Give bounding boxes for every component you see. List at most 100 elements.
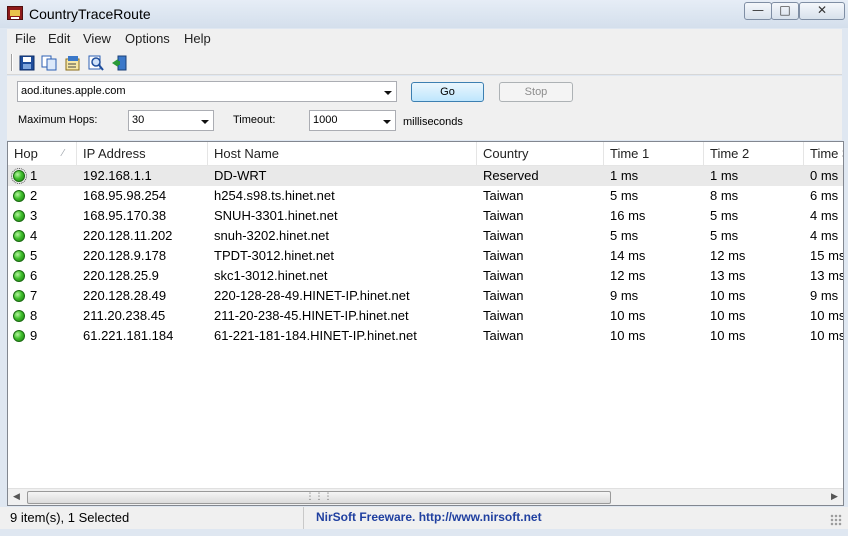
host-value: aod.itunes.apple.com <box>21 85 126 97</box>
hop-number: 8 <box>30 308 38 323</box>
cell-country: Taiwan <box>483 288 524 303</box>
max-hops-value: 30 <box>132 114 145 126</box>
column-header-time1[interactable]: Time 1 <box>604 142 704 166</box>
cell-time-3: 13 ms <box>810 268 844 283</box>
status-dot-icon <box>13 250 25 262</box>
copy-icon[interactable] <box>40 54 58 72</box>
menu-help[interactable]: Help <box>184 31 211 46</box>
cell-ip-address: 192.168.1.1 <box>83 168 152 183</box>
properties-icon[interactable] <box>64 54 82 72</box>
cell-time-2: 10 ms <box>710 288 746 303</box>
cell-host-name: SNUH-3301.hinet.net <box>214 208 338 223</box>
cell-country: Taiwan <box>483 208 524 223</box>
toolbar-separator <box>11 54 13 71</box>
cell-hop: 9 <box>8 326 77 346</box>
save-icon[interactable] <box>18 54 36 72</box>
cell-country: Taiwan <box>483 308 524 323</box>
chevron-down-icon[interactable] <box>382 115 392 127</box>
minimize-button[interactable]: — <box>744 2 772 20</box>
cell-country: Taiwan <box>483 268 524 283</box>
hop-number: 4 <box>30 228 38 243</box>
column-header-ip[interactable]: IP Address <box>77 142 208 166</box>
scroll-left-icon[interactable]: ◀ <box>8 489 25 505</box>
maximize-button[interactable]: □ <box>771 2 799 20</box>
status-bar: 9 item(s), 1 Selected NirSoft Freeware. … <box>0 507 848 529</box>
max-hops-combobox[interactable]: 30 <box>128 110 214 131</box>
table-row[interactable]: 4 220.128.11.202 snuh-3202.hinet.net Taiwan… <box>8 226 843 246</box>
host-combobox[interactable]: aod.itunes.apple.com <box>17 81 397 102</box>
horizontal-scrollbar[interactable]: ◀ ⋮⋮⋮ ▶ <box>8 488 843 505</box>
cell-hop: 3 <box>8 206 77 226</box>
timeout-unit-label: milliseconds <box>403 116 463 128</box>
cell-hop: 2 <box>8 186 77 206</box>
cell-time-2: 5 ms <box>710 208 739 223</box>
cell-time-1: 12 ms <box>610 268 646 283</box>
cell-host-name: TPDT-3012.hinet.net <box>214 248 334 263</box>
cell-ip-address: 220.128.11.202 <box>83 228 173 243</box>
cell-time-3: 10 ms <box>810 328 844 343</box>
cell-time-2: 8 ms <box>710 188 739 203</box>
cell-country: Taiwan <box>483 248 524 263</box>
chevron-down-icon[interactable] <box>383 86 393 98</box>
column-header-time2[interactable]: Time 2 <box>704 142 804 166</box>
table-row[interactable]: 8 211.20.238.45 211-20-238-45.HINET-IP.hin… <box>8 306 843 326</box>
max-hops-label: Maximum Hops: <box>18 114 98 126</box>
status-item-count: 9 item(s), 1 Selected <box>7 507 304 529</box>
table-row[interactable]: 1 192.168.1.1 DD-WRT Reserved 1 ms 1 ms 0 ms <box>8 166 843 186</box>
menu-edit[interactable]: Edit <box>48 31 70 46</box>
table-row[interactable]: 7 220.128.28.49 220-128-28-49.HINET-IP.hin… <box>8 286 843 306</box>
go-button[interactable]: Go <box>411 82 484 102</box>
nirsoft-link[interactable]: NirSoft Freeware. http://www.nirsoft.net <box>316 507 542 529</box>
results-list[interactable]: Hop ⁄ IP Address Host Name Country Time … <box>7 141 844 506</box>
cell-ip-address: 220.128.9.178 <box>83 248 167 263</box>
scroll-right-icon[interactable]: ▶ <box>826 489 843 505</box>
title-bar: CountryTraceRoute — □ ✕ <box>0 0 848 28</box>
table-row[interactable]: 6 220.128.25.9 skc1-3012.hinet.net Taiwan 12… <box>8 266 844 286</box>
cell-time-2: 1 ms <box>710 168 739 183</box>
find-icon[interactable] <box>87 54 105 72</box>
cell-host-name: 61-221-181-184.HINET-IP.hinet.net <box>214 328 417 343</box>
cell-time-1: 10 ms <box>610 328 646 343</box>
cell-time-3: 9 ms <box>810 288 839 303</box>
cell-time-1: 5 ms <box>610 228 639 243</box>
table-row[interactable]: 9 61.221.181.184 61-221-181-184.HINET-IP.h… <box>8 326 844 346</box>
column-header-time3[interactable]: Time 3 <box>804 142 843 166</box>
cell-time-1: 10 ms <box>610 308 646 323</box>
cell-ip-address: 220.128.25.9 <box>83 268 159 283</box>
status-dot-icon <box>13 310 25 322</box>
table-row[interactable]: 2 168.95.98.254 h254.s98.ts.hinet.net Taiwa… <box>8 186 843 206</box>
chevron-down-icon[interactable] <box>200 115 210 127</box>
exit-icon[interactable] <box>110 54 128 72</box>
menu-options[interactable]: Options <box>125 31 170 46</box>
table-row[interactable]: 3 168.95.170.38 SNUH-3301.hinet.net Taiwan 1… <box>8 206 843 226</box>
stop-button[interactable]: Stop <box>499 82 573 102</box>
status-dot-icon <box>13 210 25 222</box>
close-button[interactable]: ✕ <box>799 2 845 20</box>
timeout-combobox[interactable]: 1000 <box>309 110 396 131</box>
column-header-country[interactable]: Country <box>477 142 604 166</box>
menu-view[interactable]: View <box>83 31 111 46</box>
cell-time-3: 6 ms <box>810 188 839 203</box>
toolbar <box>7 50 842 75</box>
column-header-hop[interactable]: Hop ⁄ <box>8 142 77 166</box>
cell-time-3: 15 ms <box>810 248 844 263</box>
cell-hop: 1 <box>8 166 77 186</box>
cell-host-name: h254.s98.ts.hinet.net <box>214 188 335 203</box>
cell-host-name: 211-20-238-45.HINET-IP.hinet.net <box>214 308 409 323</box>
table-row[interactable]: 5 220.128.9.178 TPDT-3012.hinet.net Taiwan 1… <box>8 246 844 266</box>
scrollbar-thumb[interactable]: ⋮⋮⋮ <box>27 491 611 504</box>
menu-bar: File Edit View Options Help <box>7 29 842 50</box>
menu-file[interactable]: File <box>15 31 36 46</box>
resize-grip-icon[interactable] <box>830 514 842 526</box>
cell-host-name: skc1-3012.hinet.net <box>214 268 328 283</box>
cell-host-name: snuh-3202.hinet.net <box>214 228 329 243</box>
cell-time-1: 9 ms <box>610 288 639 303</box>
cell-time-2: 10 ms <box>710 328 746 343</box>
cell-ip-address: 168.95.170.38 <box>83 208 167 223</box>
sort-arrow-icon: ⁄ <box>62 148 64 159</box>
cell-time-1: 5 ms <box>610 188 639 203</box>
cell-country: Taiwan <box>483 228 524 243</box>
column-header-host[interactable]: Host Name <box>208 142 477 166</box>
timeout-label: Timeout: <box>233 114 276 126</box>
status-dot-icon <box>11 168 27 184</box>
